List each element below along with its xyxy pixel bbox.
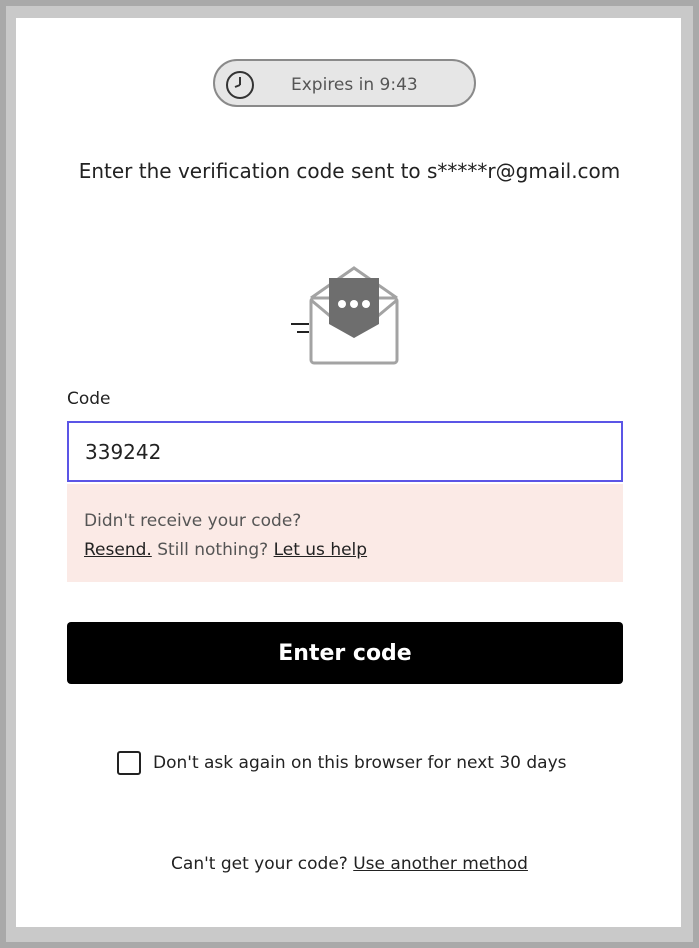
- still-nothing-text: Still nothing?: [157, 540, 269, 560]
- alternate-method-footer: Can't get your code? Use another method: [0, 854, 699, 874]
- use-another-method-link[interactable]: Use another method: [353, 854, 528, 874]
- expiry-text: Expires in 9:43: [291, 75, 418, 95]
- cant-get-code-text: Can't get your code?: [171, 854, 348, 874]
- envelope-message-icon: [289, 266, 401, 372]
- resend-link[interactable]: Resend.: [84, 540, 152, 560]
- remember-checkbox[interactable]: [117, 751, 141, 775]
- help-question: Didn't receive your code?: [84, 511, 302, 531]
- code-help-box: Didn't receive your code? Resend. Still …: [67, 484, 623, 582]
- remember-label: Don't ask again on this browser for next…: [153, 753, 567, 773]
- help-actions: Resend. Still nothing? Let us help: [84, 540, 367, 560]
- code-label: Code: [67, 389, 111, 409]
- enter-code-button[interactable]: Enter code: [67, 622, 623, 684]
- clock-icon: [224, 69, 256, 105]
- expiry-timer: Expires in 9:43: [213, 59, 476, 107]
- let-us-help-link[interactable]: Let us help: [274, 540, 367, 560]
- instruction-text: Enter the verification code sent to s***…: [78, 159, 621, 183]
- code-input[interactable]: [67, 421, 623, 482]
